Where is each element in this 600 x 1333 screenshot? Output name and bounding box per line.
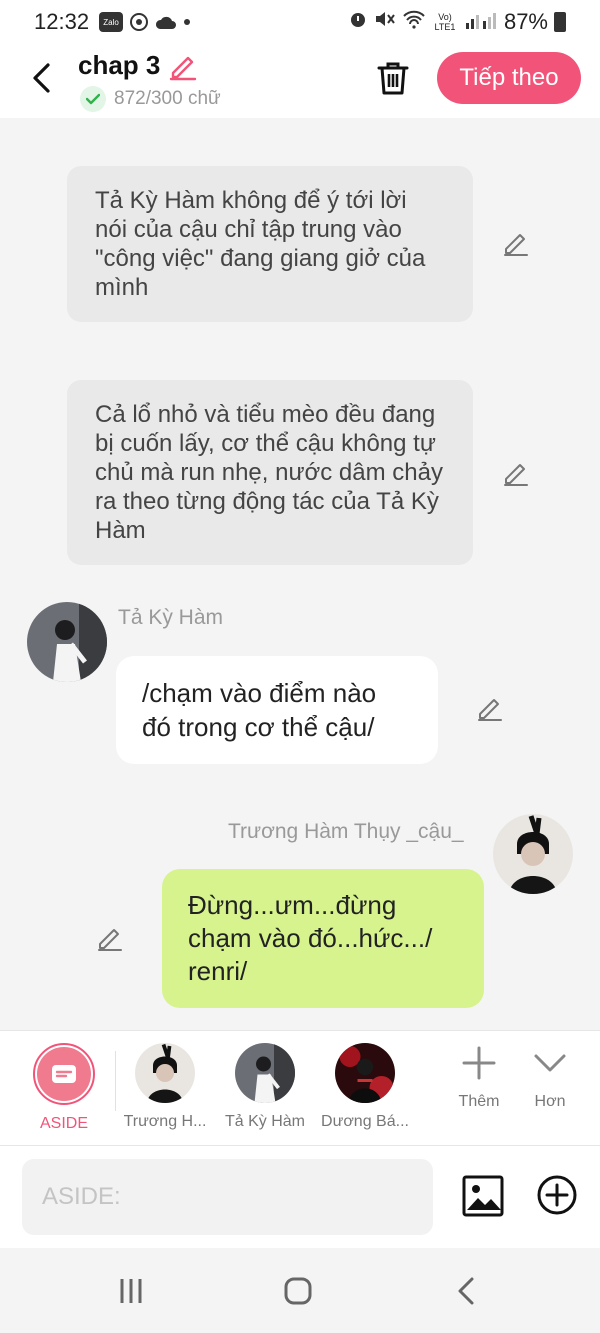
edit-message-button[interactable] [500,457,532,489]
divider [115,1051,116,1111]
home-button[interactable] [278,1274,318,1308]
edit-message-button[interactable] [500,227,532,259]
avatar[interactable] [493,814,573,894]
chat-area[interactable]: Tả Kỳ Hàm không để ý tới lời nói của cậu… [0,118,600,1030]
word-count: 872/300 chữ [80,86,221,112]
recents-icon [120,1279,142,1303]
chapter-title[interactable]: chap 3 [78,50,198,81]
check-icon [80,86,106,112]
plus-icon [462,1046,496,1080]
aside-message[interactable]: Cả lổ nhỏ và tiểu mèo đều đang bị cuốn l… [67,380,473,565]
back-arrow-icon [458,1277,474,1305]
character-label: Tả Kỳ Hàm [224,1113,305,1130]
character-item[interactable]: Dương Bá... [317,1043,413,1131]
header: chap 3 872/300 chữ Tiếp theo [0,44,600,118]
navigation-bar [0,1248,600,1333]
pencil-icon [98,929,122,951]
alarm-icon [348,9,368,35]
aside-icon [37,1047,91,1101]
character-portrait-icon [235,1043,295,1103]
system-back-button[interactable] [446,1274,486,1308]
edit-title-icon[interactable] [168,51,198,81]
character-avatar [335,1043,395,1103]
mute-icon [374,9,396,35]
cloud-icon [155,14,177,30]
character-portrait-icon [335,1043,395,1103]
chevron-down-icon [534,1054,566,1072]
recent-apps-button[interactable] [111,1274,151,1308]
chapter-title-text: chap 3 [78,50,161,80]
speaker-name: Tả Kỳ Hàm [118,606,224,629]
dot-icon [183,18,191,26]
character-item[interactable]: Trương H... [117,1043,213,1131]
character-portrait-icon [27,602,107,682]
zalo-icon: Zalo [99,12,124,32]
dialogue-message[interactable]: Đừng...ưm...đừng chạm vào đó...hức.../ r… [162,869,484,1008]
circle-plus-icon [537,1175,577,1215]
battery-icon [554,12,566,32]
edit-message-button[interactable] [474,692,506,724]
wifi-icon [402,9,426,35]
speaker-name: Trương Hàm Thụy _cậu_ [228,820,464,843]
messenger-icon [129,12,149,32]
pencil-icon [504,234,528,256]
delete-button[interactable] [372,56,414,100]
status-bar: 12:32 Zalo Vo) LTE1 87% [0,0,600,44]
character-label: Dương Bá... [321,1113,409,1130]
trash-icon [377,62,409,95]
character-aside[interactable]: ASIDE [16,1043,112,1133]
aside-message[interactable]: Tả Kỳ Hàm không để ý tới lời nói của cậu… [67,166,473,322]
home-icon [284,1277,312,1305]
character-avatar [135,1043,195,1103]
add-character-button[interactable]: Thêm [444,1045,514,1111]
message-input[interactable] [22,1159,433,1235]
expand-characters-button[interactable]: Hơn [515,1045,585,1111]
character-portrait-icon [493,814,573,894]
expand-characters-label: Hơn [534,1093,566,1110]
character-avatar [235,1043,295,1103]
character-label: Trương H... [123,1113,207,1130]
lte-label: Vo) LTE1 [434,12,456,32]
character-label: ASIDE [39,1115,88,1132]
dialogue-message[interactable]: /chạm vào điểm nào đó trong cơ thể cậu/ [116,656,438,764]
word-count-text: 872/300 chữ [114,88,221,109]
character-selector: ASIDE Trương H... Tả Kỳ Hàm Dương Bá... … [0,1030,600,1146]
image-icon [462,1175,504,1217]
character-item[interactable]: Tả Kỳ Hàm [217,1043,313,1131]
back-button[interactable] [24,58,58,98]
next-button[interactable]: Tiếp theo [437,52,581,104]
status-time: 12:32 [34,9,90,34]
pencil-icon [504,464,528,486]
character-portrait-icon [135,1043,195,1103]
battery-text: 87% [503,9,548,34]
add-character-label: Thêm [458,1093,500,1110]
chevron-left-icon [33,63,50,93]
insert-image-button[interactable] [461,1174,505,1218]
edit-message-button[interactable] [94,922,126,954]
signal-icon [464,9,498,35]
avatar[interactable] [27,602,107,682]
aside-ring [33,1043,95,1105]
more-options-button[interactable] [536,1174,578,1216]
pencil-icon [478,699,502,721]
input-bar [0,1146,600,1248]
